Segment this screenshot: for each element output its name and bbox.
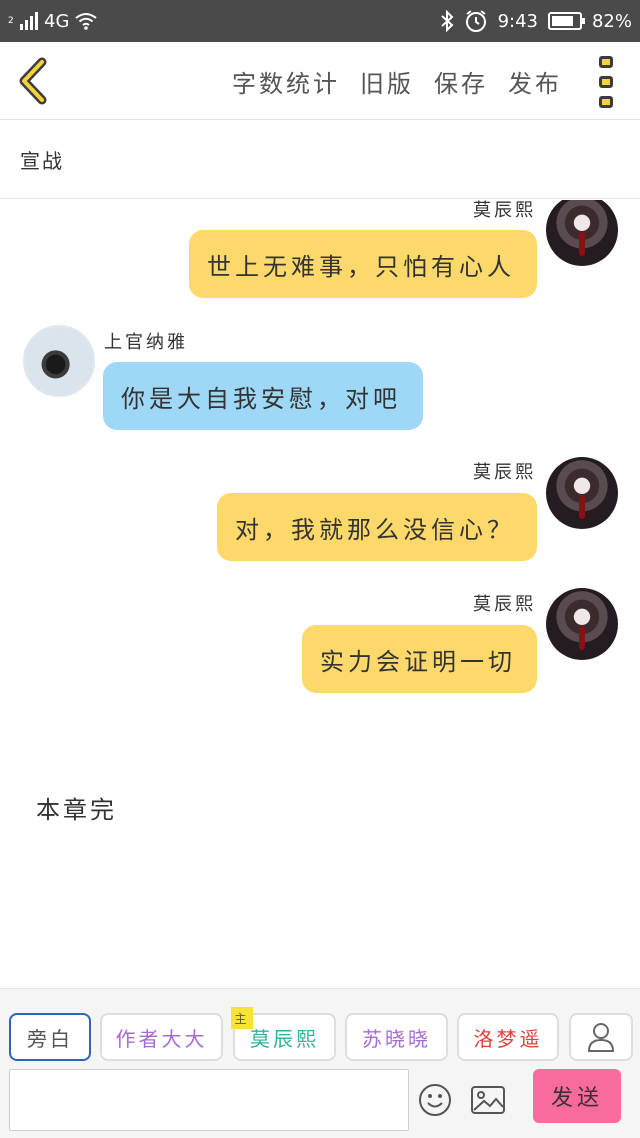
main-character-tag: 主 xyxy=(231,1007,253,1029)
message-bubble[interactable]: 你是大自我安慰，对吧 xyxy=(103,362,423,430)
sim-slot-label: 2 xyxy=(8,15,14,26)
role-su-button[interactable]: 苏晓晓 xyxy=(345,1013,448,1061)
role-luo-button[interactable]: 洛梦遥 xyxy=(457,1013,559,1061)
avatar[interactable] xyxy=(546,457,618,529)
person-icon xyxy=(587,1023,615,1052)
add-role-button[interactable] xyxy=(569,1013,633,1061)
wifi-icon xyxy=(75,13,98,30)
chevron-left-icon[interactable] xyxy=(14,56,54,106)
status-bar: 2 4G 9:43 82% xyxy=(0,0,640,42)
bottom-panel: 旁白 作者大大 主 莫辰熙 苏晓晓 洛梦遥 发送 xyxy=(0,988,640,1138)
chapter-title[interactable]: 宣战 xyxy=(0,121,640,199)
image-icon[interactable] xyxy=(470,1085,506,1115)
battery-percent: 82% xyxy=(591,10,632,32)
role-narration-button[interactable]: 旁白 xyxy=(9,1013,91,1061)
status-left: 2 4G xyxy=(8,0,98,42)
old-version-button[interactable]: 旧版 xyxy=(360,64,414,99)
role-author-button[interactable]: 作者大大 xyxy=(100,1013,223,1061)
chat-area: 莫辰熙 世上无难事，只怕有心人 上官纳雅 你是大自我安慰，对吧 莫辰熙 对，我就… xyxy=(0,200,640,988)
role-label: 莫辰熙 xyxy=(250,1026,319,1051)
send-button[interactable]: 发送 xyxy=(533,1069,621,1123)
speaker-name: 上官纳雅 xyxy=(104,332,188,353)
speaker-name: 莫辰熙 xyxy=(473,594,536,615)
role-label: 作者大大 xyxy=(115,1026,208,1051)
signal-icon xyxy=(20,12,38,30)
role-label: 苏晓晓 xyxy=(362,1026,431,1051)
battery-level-fill xyxy=(551,16,574,26)
save-button[interactable]: 保存 xyxy=(434,64,488,99)
header-actions: 字数统计 旧版 保存 发布 xyxy=(232,42,562,120)
smiley-icon[interactable] xyxy=(418,1083,452,1117)
status-right: 9:43 82% xyxy=(440,0,632,42)
avatar[interactable] xyxy=(546,200,618,266)
chapter-end-text: 本章完 xyxy=(36,796,117,824)
role-label: 旁白 xyxy=(27,1026,73,1051)
speaker-name: 莫辰熙 xyxy=(473,200,536,221)
editor-header: 字数统计 旧版 保存 发布 xyxy=(0,42,640,120)
vertical-dots-icon[interactable] xyxy=(594,56,618,108)
message-bubble[interactable]: 对，我就那么没信心？ xyxy=(217,493,537,561)
avatar[interactable] xyxy=(546,588,618,660)
network-type: 4G xyxy=(44,10,70,32)
role-label: 洛梦遥 xyxy=(473,1026,543,1051)
publish-button[interactable]: 发布 xyxy=(508,64,562,99)
clock-time: 9:43 xyxy=(497,10,538,32)
battery-icon xyxy=(547,12,585,30)
alarm-icon xyxy=(465,10,486,32)
avatar[interactable] xyxy=(23,325,95,397)
speaker-name: 莫辰熙 xyxy=(473,462,536,483)
message-bubble[interactable]: 实力会证明一切 xyxy=(302,625,537,693)
message-bubble[interactable]: 世上无难事，只怕有心人 xyxy=(189,230,537,298)
word-count-button[interactable]: 字数统计 xyxy=(232,64,340,99)
message-input[interactable] xyxy=(9,1069,409,1131)
role-protagonist-button[interactable]: 主 莫辰熙 xyxy=(231,1007,336,1061)
role-selector: 旁白 作者大大 主 莫辰熙 苏晓晓 洛梦遥 xyxy=(9,1007,633,1061)
bluetooth-icon xyxy=(440,10,454,32)
